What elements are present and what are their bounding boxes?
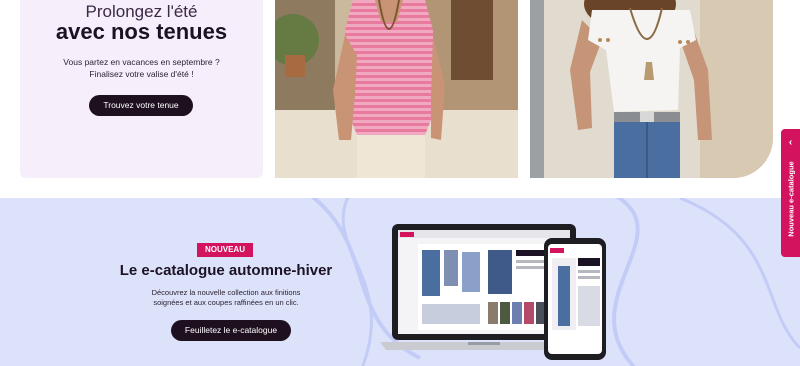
new-badge: NOUVEAU (197, 243, 253, 257)
promo-text-line: Finalisez votre valise d'été ! (89, 69, 194, 79)
summer-promo-section: Prolongez l'été avec nos tenues Vous par… (0, 0, 800, 198)
product-photo-white-top[interactable] (530, 0, 773, 178)
side-tab-e-catalogue[interactable]: ‹ Nouveau e-catalogue (781, 129, 800, 257)
promo-title: avec nos tenues (55, 19, 228, 44)
chevron-left-icon: ‹ (788, 137, 793, 148)
catalogue-devices-mockup[interactable] (378, 222, 618, 362)
e-catalogue-section: NOUVEAU Le e-catalogue automne-hiver Déc… (0, 198, 800, 366)
side-tab-label: Nouveau e-catalogue (786, 161, 795, 237)
product-photo-pink-top[interactable] (275, 0, 518, 178)
promo-card: Prolongez l'été avec nos tenues Vous par… (20, 0, 263, 178)
browse-catalogue-button[interactable]: Feuilletez le e-catalogue (171, 320, 291, 341)
promo-text: Vous partez en vacances en septembre ? F… (20, 56, 263, 80)
white-top-photo-illustration (530, 0, 773, 178)
promo-text-line: Vous partez en vacances en septembre ? (63, 57, 220, 67)
find-outfit-button[interactable]: Trouvez votre tenue (89, 95, 193, 116)
pink-top-photo-illustration (275, 0, 518, 178)
